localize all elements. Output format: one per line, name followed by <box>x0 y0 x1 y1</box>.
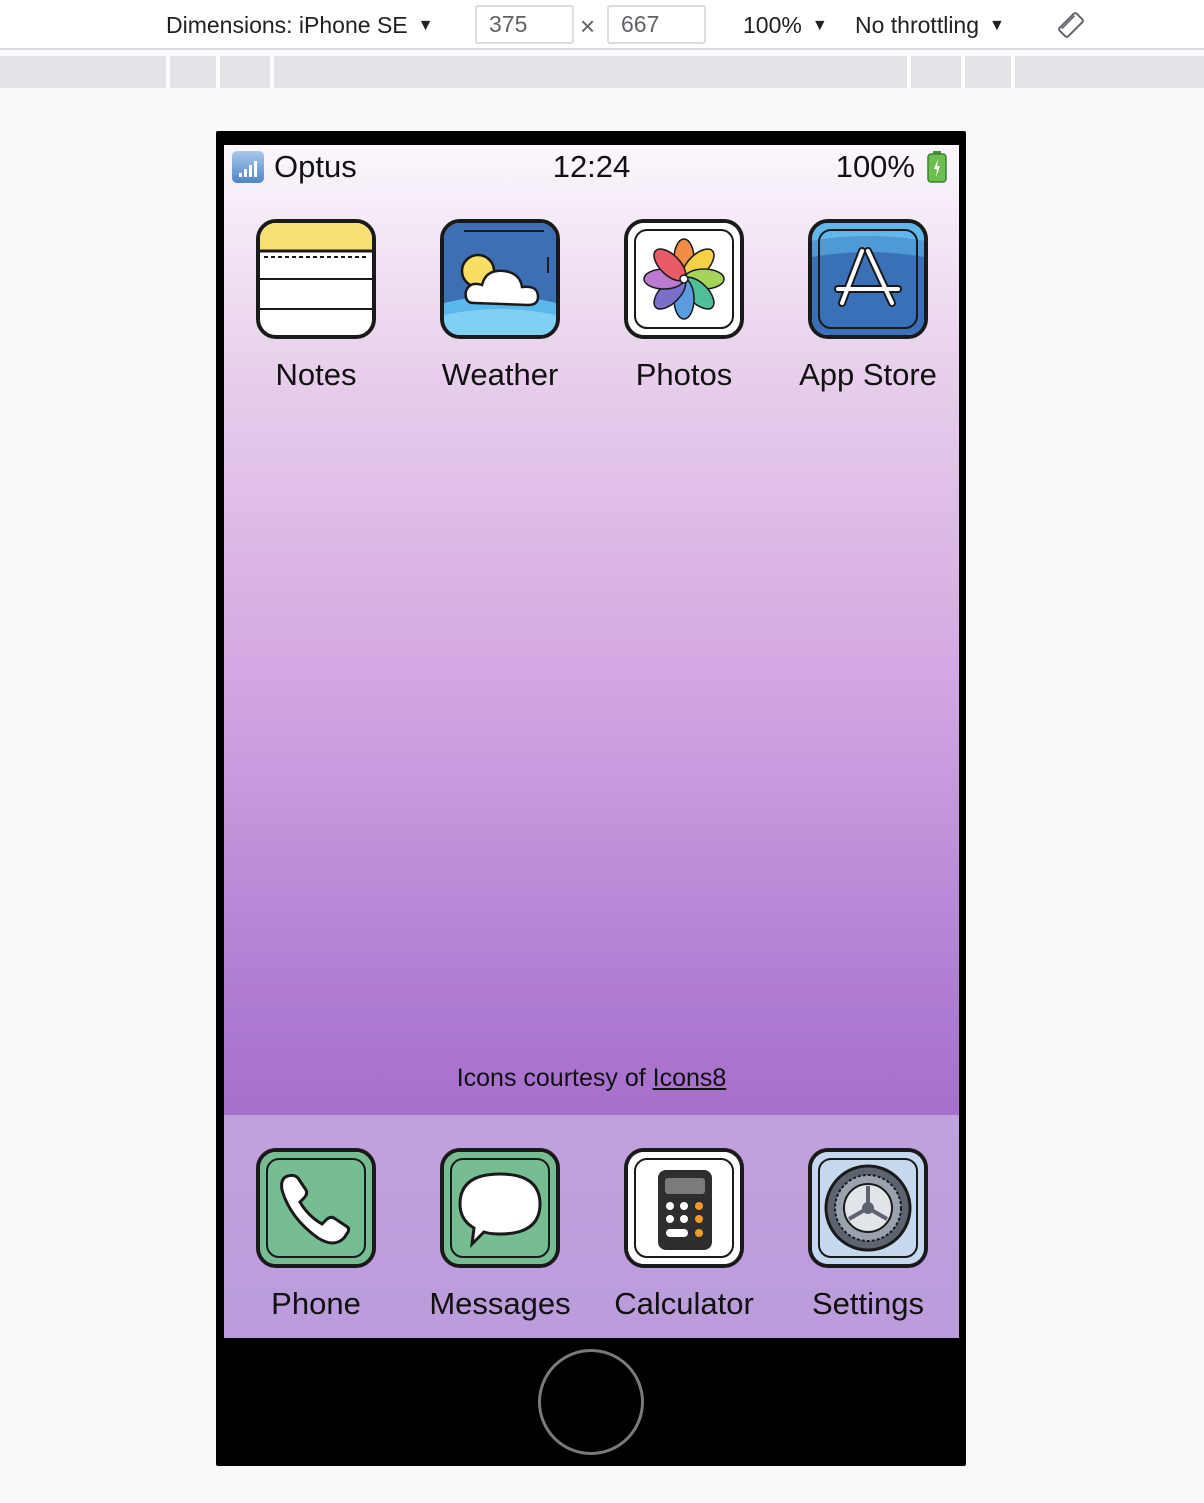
phone-icon <box>256 1148 376 1268</box>
app-calculator[interactable]: Calculator <box>592 1148 776 1322</box>
icons8-link[interactable]: Icons8 <box>653 1064 727 1092</box>
credit-prefix: Icons courtesy of <box>456 1064 653 1092</box>
app-label: App Store <box>799 357 937 392</box>
messages-icon <box>440 1148 560 1268</box>
photos-icon <box>624 219 744 339</box>
app-settings[interactable]: Settings <box>776 1148 959 1322</box>
dropdown-caret-icon: ▼ <box>417 17 434 34</box>
weather-icon <box>440 219 560 339</box>
status-battery: 100% <box>836 149 947 185</box>
times-icon: × <box>580 11 596 41</box>
phone-frame: Optus 12:24 100% Notes Weather Photos Ap… <box>216 131 966 1466</box>
throttling-dropdown[interactable]: No throttling ▼ <box>855 0 1005 51</box>
app-notes[interactable]: Notes <box>224 219 408 393</box>
app-label: Phone <box>271 1286 361 1321</box>
media-query-ruler <box>0 56 1204 88</box>
notes-icon <box>256 219 376 339</box>
dropdown-caret-icon: ▼ <box>811 17 828 34</box>
ruler-divider <box>216 56 220 88</box>
app-weather[interactable]: Weather <box>408 219 592 393</box>
settings-icon <box>808 1148 928 1268</box>
dock: Phone Messages Calculator Settings <box>224 1115 959 1338</box>
ruler-divider <box>270 56 274 88</box>
icons-credit: Icons courtesy of Icons8 <box>224 1062 959 1094</box>
battery-icon <box>927 151 947 183</box>
home-button[interactable] <box>538 1349 644 1455</box>
app-photos[interactable]: Photos <box>592 219 776 393</box>
dropdown-caret-icon: ▼ <box>989 17 1005 34</box>
app-label: Weather <box>441 357 559 392</box>
status-time: 12:24 <box>552 149 631 184</box>
app-label: Messages <box>429 1286 571 1321</box>
ruler-divider <box>166 56 170 88</box>
app-app-store[interactable]: App Store <box>776 219 959 393</box>
width-input[interactable]: 375 <box>475 5 574 44</box>
app-messages[interactable]: Messages <box>408 1148 592 1322</box>
height-input[interactable]: 667 <box>607 5 706 44</box>
home-screen: Optus 12:24 100% Notes Weather Photos Ap… <box>224 145 959 1338</box>
app-label: Notes <box>275 357 357 392</box>
app-phone[interactable]: Phone <box>224 1148 408 1322</box>
device-dimensions-label: Dimensions: iPhone SE <box>166 12 408 38</box>
throttling-label: No throttling <box>855 12 980 38</box>
app-store-icon <box>808 219 928 339</box>
rotate-device-icon[interactable] <box>1056 10 1086 40</box>
ruler-divider <box>907 56 911 88</box>
calculator-icon <box>624 1148 744 1268</box>
devtools-toolbar: Dimensions: iPhone SE ▼ 375 × 667 100% ▼ N… <box>0 0 1204 50</box>
zoom-dropdown[interactable]: 100% ▼ <box>743 0 828 51</box>
device-dimensions-dropdown[interactable]: Dimensions: iPhone SE ▼ <box>166 0 433 51</box>
app-label: Settings <box>811 1286 924 1321</box>
app-label: Photos <box>635 357 733 392</box>
battery-percent: 100% <box>835 149 915 184</box>
zoom-label: 100% <box>743 12 802 38</box>
ruler-divider <box>961 56 965 88</box>
app-label: Calculator <box>614 1286 754 1321</box>
ruler-divider <box>1011 56 1015 88</box>
